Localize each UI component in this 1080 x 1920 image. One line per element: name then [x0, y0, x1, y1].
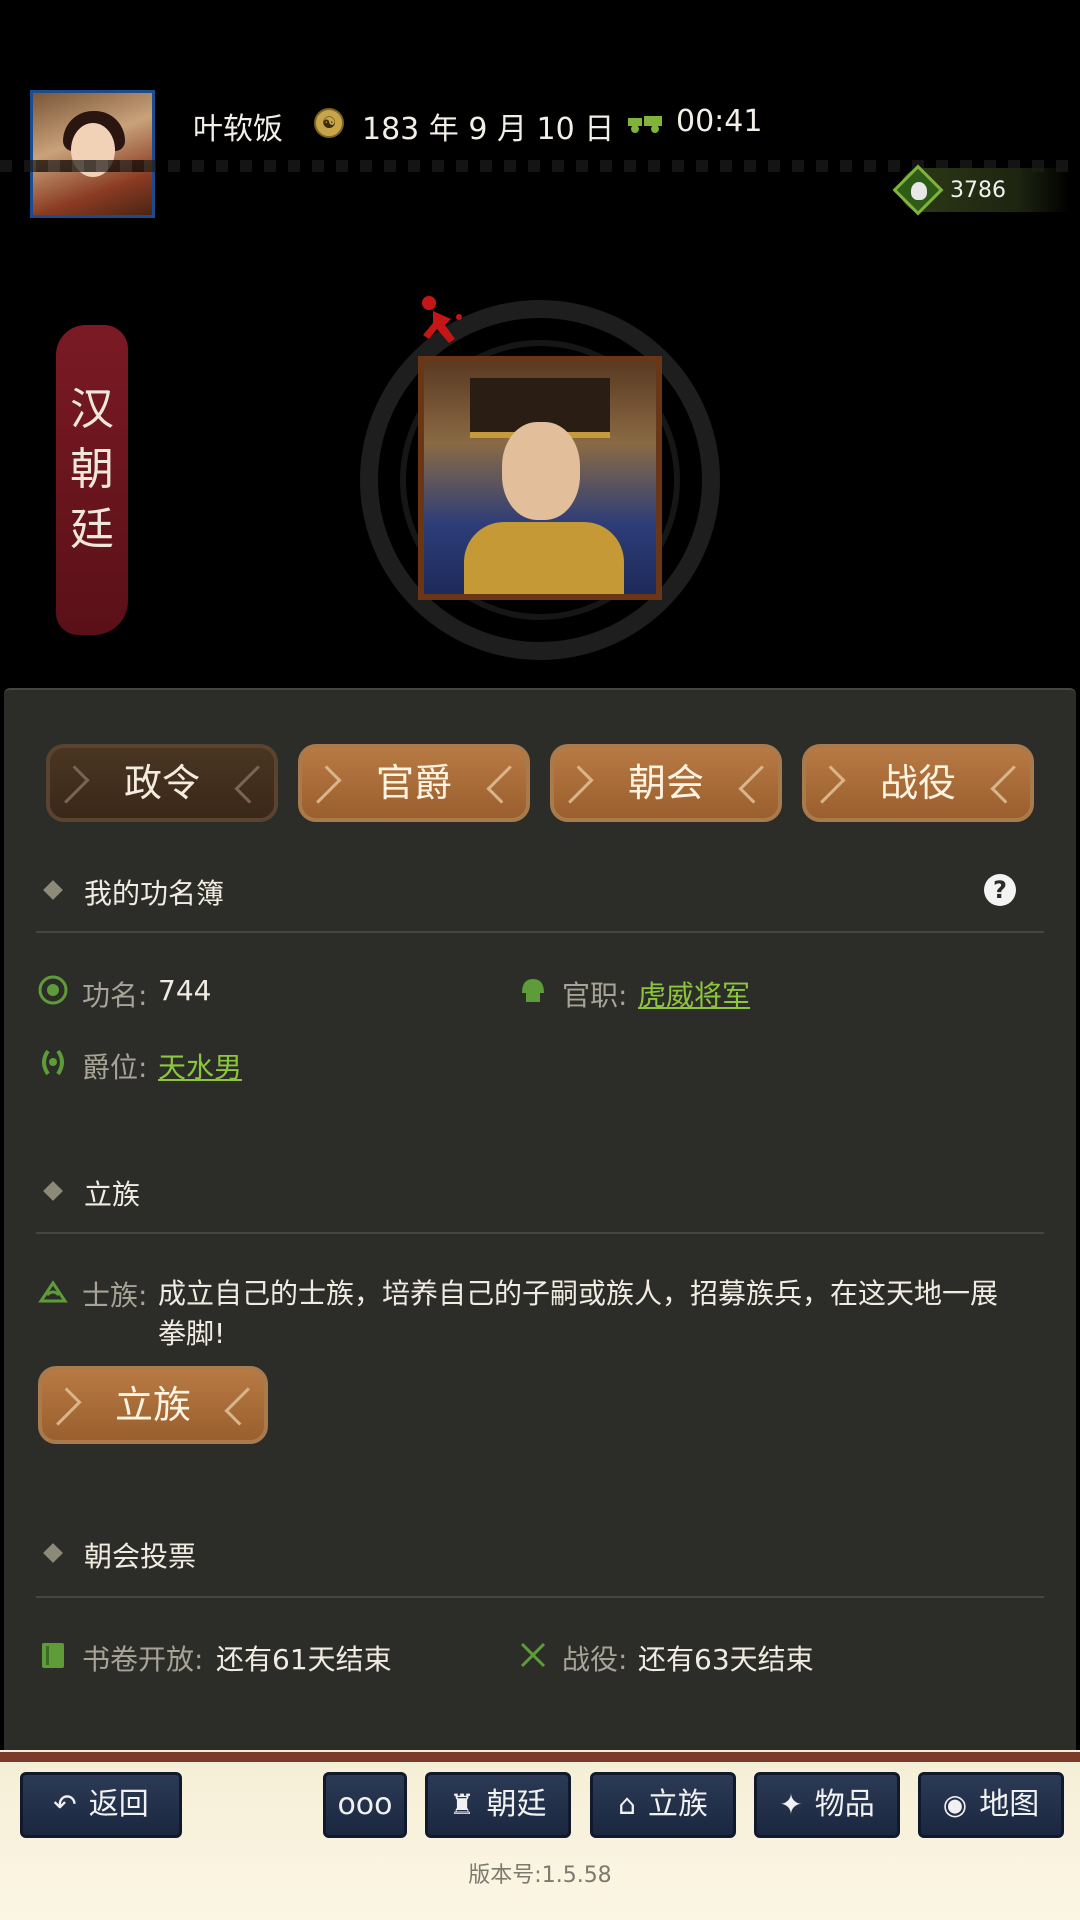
- clan-section-title: 立族: [84, 1178, 141, 1211]
- office-label: 官职:: [562, 979, 628, 1012]
- gentry-label: 士族:: [82, 1279, 148, 1312]
- scroll-label: 书卷开放:: [82, 1643, 204, 1676]
- scroll-value: 还有61天结束: [216, 1643, 392, 1676]
- version-label: 版本号:1.5.58: [468, 1863, 612, 1888]
- palace-icon: ♜: [449, 1788, 475, 1821]
- bottom-rail: [0, 1752, 1080, 1762]
- main-panel: [4, 688, 1076, 1752]
- clan-hat-icon: ⌂: [618, 1788, 636, 1821]
- game-time: 00:41: [676, 104, 763, 139]
- battle-label: 战役:: [562, 1643, 628, 1676]
- gentry-description: 成立自己的士族，培养自己的子嗣或族人，招募族兵，在这天地一展拳脚!: [158, 1277, 999, 1350]
- map-label: 地图: [979, 1787, 1040, 1822]
- court-label: 朝廷: [486, 1787, 547, 1822]
- more-dots-icon: ooo: [337, 1787, 393, 1822]
- clan-nav-button[interactable]: ⌂ 立族: [590, 1772, 736, 1838]
- clan-nav-label: 立族: [647, 1787, 708, 1822]
- tab-court-meeting[interactable]: 朝会: [550, 744, 782, 822]
- player-avatar[interactable]: [30, 90, 155, 218]
- back-label: 返回: [88, 1787, 149, 1822]
- tab-decrees[interactable]: 政令: [46, 744, 278, 822]
- red-runner-icon: [422, 296, 462, 343]
- divider: [36, 1596, 1044, 1598]
- court-button[interactable]: ♜ 朝廷: [425, 1772, 571, 1838]
- money-bag-glyph: [911, 182, 927, 200]
- portrait-face: [502, 422, 580, 520]
- items-button[interactable]: ✦ 物品: [754, 1772, 900, 1838]
- items-icon: ✦: [779, 1788, 803, 1821]
- back-button[interactable]: ↶ 返回: [20, 1772, 182, 1838]
- merit-value: 744: [158, 974, 212, 1007]
- items-label: 物品: [814, 1787, 875, 1822]
- merit-medal-icon: [38, 975, 68, 1005]
- tab-campaign[interactable]: 战役: [802, 744, 1034, 822]
- book-icon: [42, 1643, 64, 1668]
- office-link[interactable]: 虎威将军: [638, 974, 750, 1014]
- player-name: 叶软饭: [193, 112, 283, 147]
- game-date: 183 年 9 月 10 日: [362, 112, 615, 147]
- laurel-icon: [42, 1049, 64, 1076]
- rank-label: 爵位:: [82, 1051, 148, 1084]
- currency-value: 3786: [950, 178, 1006, 203]
- vote-section-title: 朝会投票: [84, 1540, 197, 1573]
- emperor-portrait[interactable]: [418, 356, 662, 600]
- back-arrow-icon: ↶: [53, 1788, 77, 1821]
- tab-titles[interactable]: 官爵: [298, 744, 530, 822]
- helmet-icon: [522, 979, 544, 1002]
- divider: [36, 1232, 1044, 1234]
- merit-book-title: 我的功名簿: [84, 877, 225, 910]
- rank-link[interactable]: 天水男: [158, 1046, 242, 1086]
- more-button[interactable]: ooo: [323, 1772, 407, 1838]
- map-button[interactable]: ◉ 地图: [918, 1772, 1064, 1838]
- clan-hat-icon: [38, 1280, 68, 1303]
- divider: [36, 931, 1044, 933]
- merit-label: 功名:: [82, 979, 148, 1012]
- court-banner-label: 汉朝廷: [70, 384, 114, 555]
- help-icon[interactable]: ?: [984, 874, 1016, 906]
- portrait-robe: [464, 522, 624, 594]
- horse-cart-icon: [628, 116, 662, 133]
- found-clan-button[interactable]: 立族: [38, 1366, 268, 1444]
- globe-icon: ◉: [942, 1788, 968, 1821]
- calendar-coin-icon: ☯: [314, 108, 344, 138]
- crossed-swords-icon: [520, 1642, 546, 1668]
- battle-value: 还有63天结束: [638, 1643, 814, 1676]
